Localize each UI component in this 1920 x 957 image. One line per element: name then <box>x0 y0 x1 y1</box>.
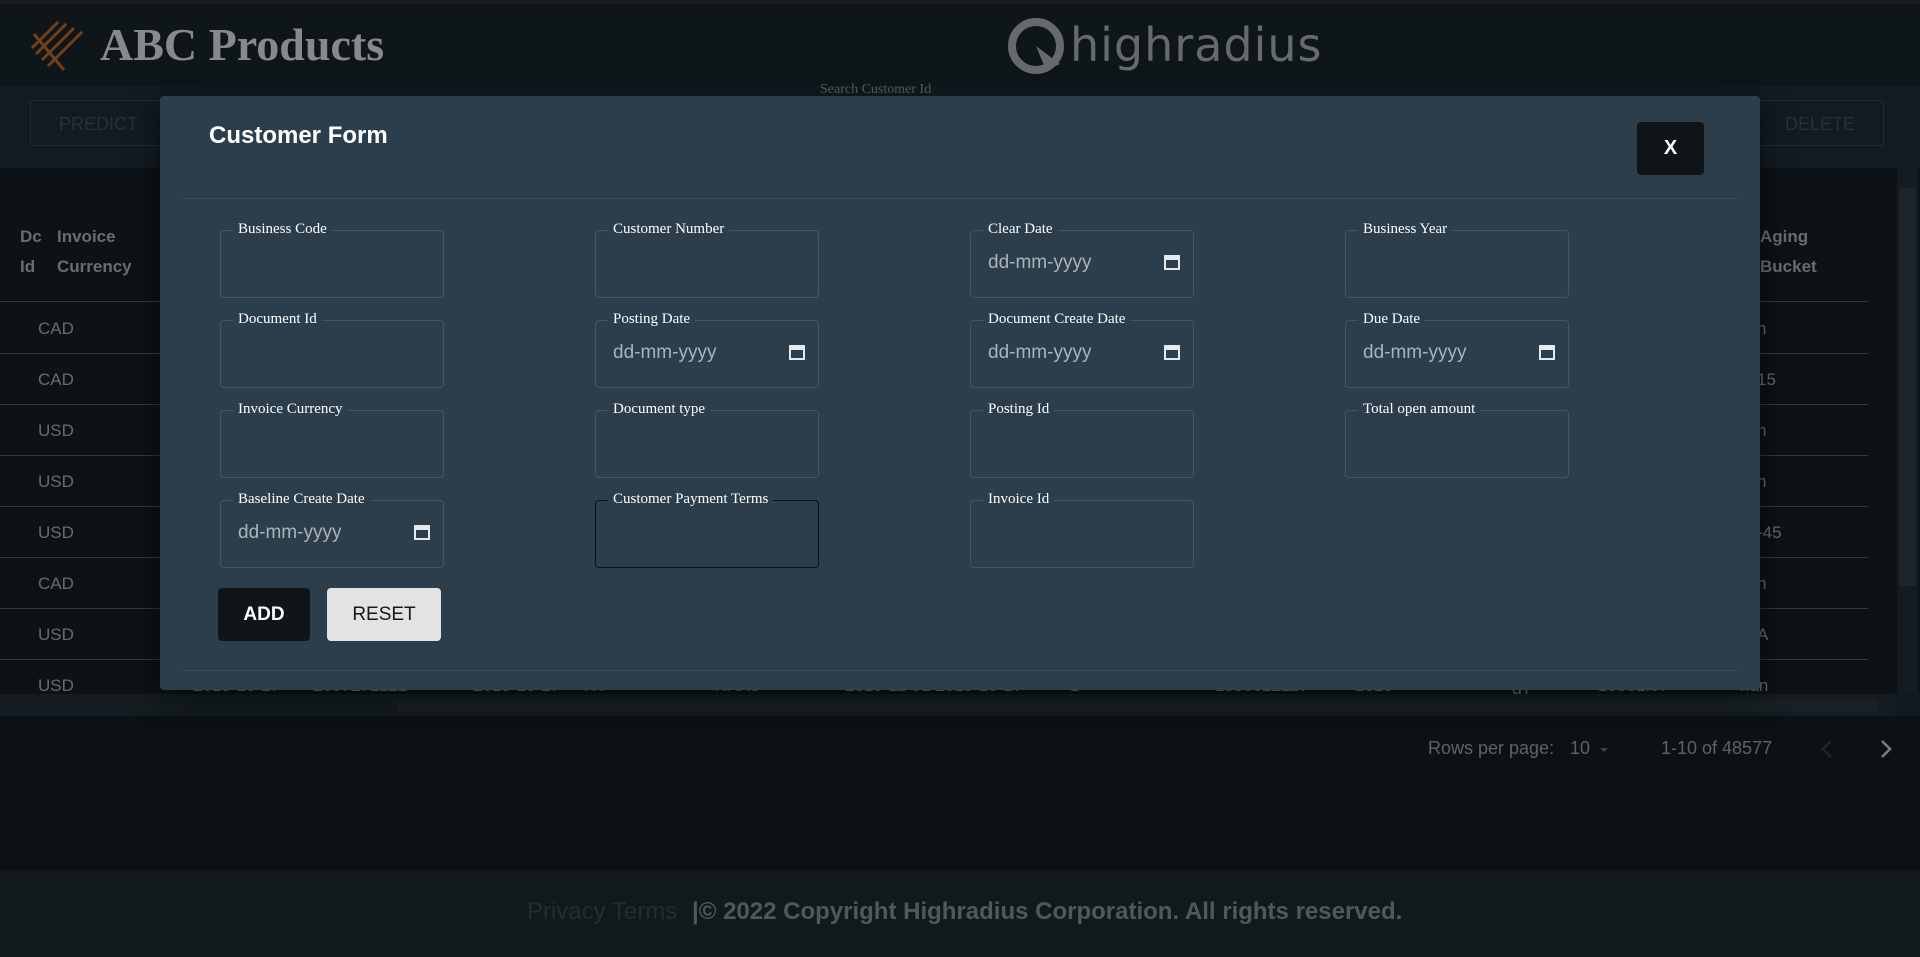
field-label: Business Year <box>1358 221 1453 238</box>
field-label: Document type <box>608 401 711 418</box>
customer-payment-terms-field[interactable]: Customer Payment Terms <box>595 491 819 568</box>
field-label: Due Date <box>1358 311 1426 328</box>
document-id-field[interactable]: Document Id <box>220 311 444 388</box>
date-placeholder: dd-mm-yyyy <box>1363 342 1467 363</box>
document-create-date-field[interactable]: Document Create Date dd-mm-yyyy <box>970 311 1194 388</box>
close-button[interactable]: X <box>1637 122 1704 175</box>
field-label: Business Code <box>233 221 332 238</box>
field-label: Document Id <box>233 311 322 328</box>
field-label: Customer Number <box>608 221 730 238</box>
business-code-field[interactable]: Business Code <box>220 221 444 298</box>
calendar-icon[interactable] <box>788 343 806 361</box>
field-label: Posting Id <box>983 401 1055 418</box>
business-year-field[interactable]: Business Year <box>1345 221 1569 298</box>
dialog-divider <box>182 670 1738 671</box>
field-label: Customer Payment Terms <box>608 491 774 508</box>
invoice-id-field[interactable]: Invoice Id <box>970 491 1194 568</box>
calendar-icon[interactable] <box>1163 253 1181 271</box>
posting-date-field[interactable]: Posting Date dd-mm-yyyy <box>595 311 819 388</box>
field-label: Clear Date <box>983 221 1058 238</box>
field-label: Invoice Currency <box>233 401 348 418</box>
date-placeholder: dd-mm-yyyy <box>988 252 1092 273</box>
dialog-title: Customer Form <box>209 122 388 149</box>
customer-number-field[interactable]: Customer Number <box>595 221 819 298</box>
invoice-currency-field[interactable]: Invoice Currency <box>220 401 444 478</box>
clear-date-field[interactable]: Clear Date dd-mm-yyyy <box>970 221 1194 298</box>
field-label: Posting Date <box>608 311 696 328</box>
total-open-amount-field[interactable]: Total open amount <box>1345 401 1569 478</box>
calendar-icon[interactable] <box>1538 343 1556 361</box>
baseline-create-date-field[interactable]: Baseline Create Date dd-mm-yyyy <box>220 491 444 568</box>
due-date-field[interactable]: Due Date dd-mm-yyyy <box>1345 311 1569 388</box>
field-label: Total open amount <box>1358 401 1481 418</box>
reset-button[interactable]: RESET <box>327 588 441 641</box>
customer-form-dialog: Customer Form X Business Code Customer N… <box>160 96 1760 690</box>
add-button[interactable]: ADD <box>218 588 310 641</box>
posting-id-field[interactable]: Posting Id <box>970 401 1194 478</box>
dialog-divider <box>182 198 1738 199</box>
date-placeholder: dd-mm-yyyy <box>988 342 1092 363</box>
field-label: Baseline Create Date <box>233 491 370 508</box>
field-label: Document Create Date <box>983 311 1131 328</box>
calendar-icon[interactable] <box>1163 343 1181 361</box>
field-label: Invoice Id <box>983 491 1055 508</box>
date-placeholder: dd-mm-yyyy <box>613 342 717 363</box>
date-placeholder: dd-mm-yyyy <box>238 522 342 543</box>
document-type-field[interactable]: Document type <box>595 401 819 478</box>
calendar-icon[interactable] <box>413 523 431 541</box>
